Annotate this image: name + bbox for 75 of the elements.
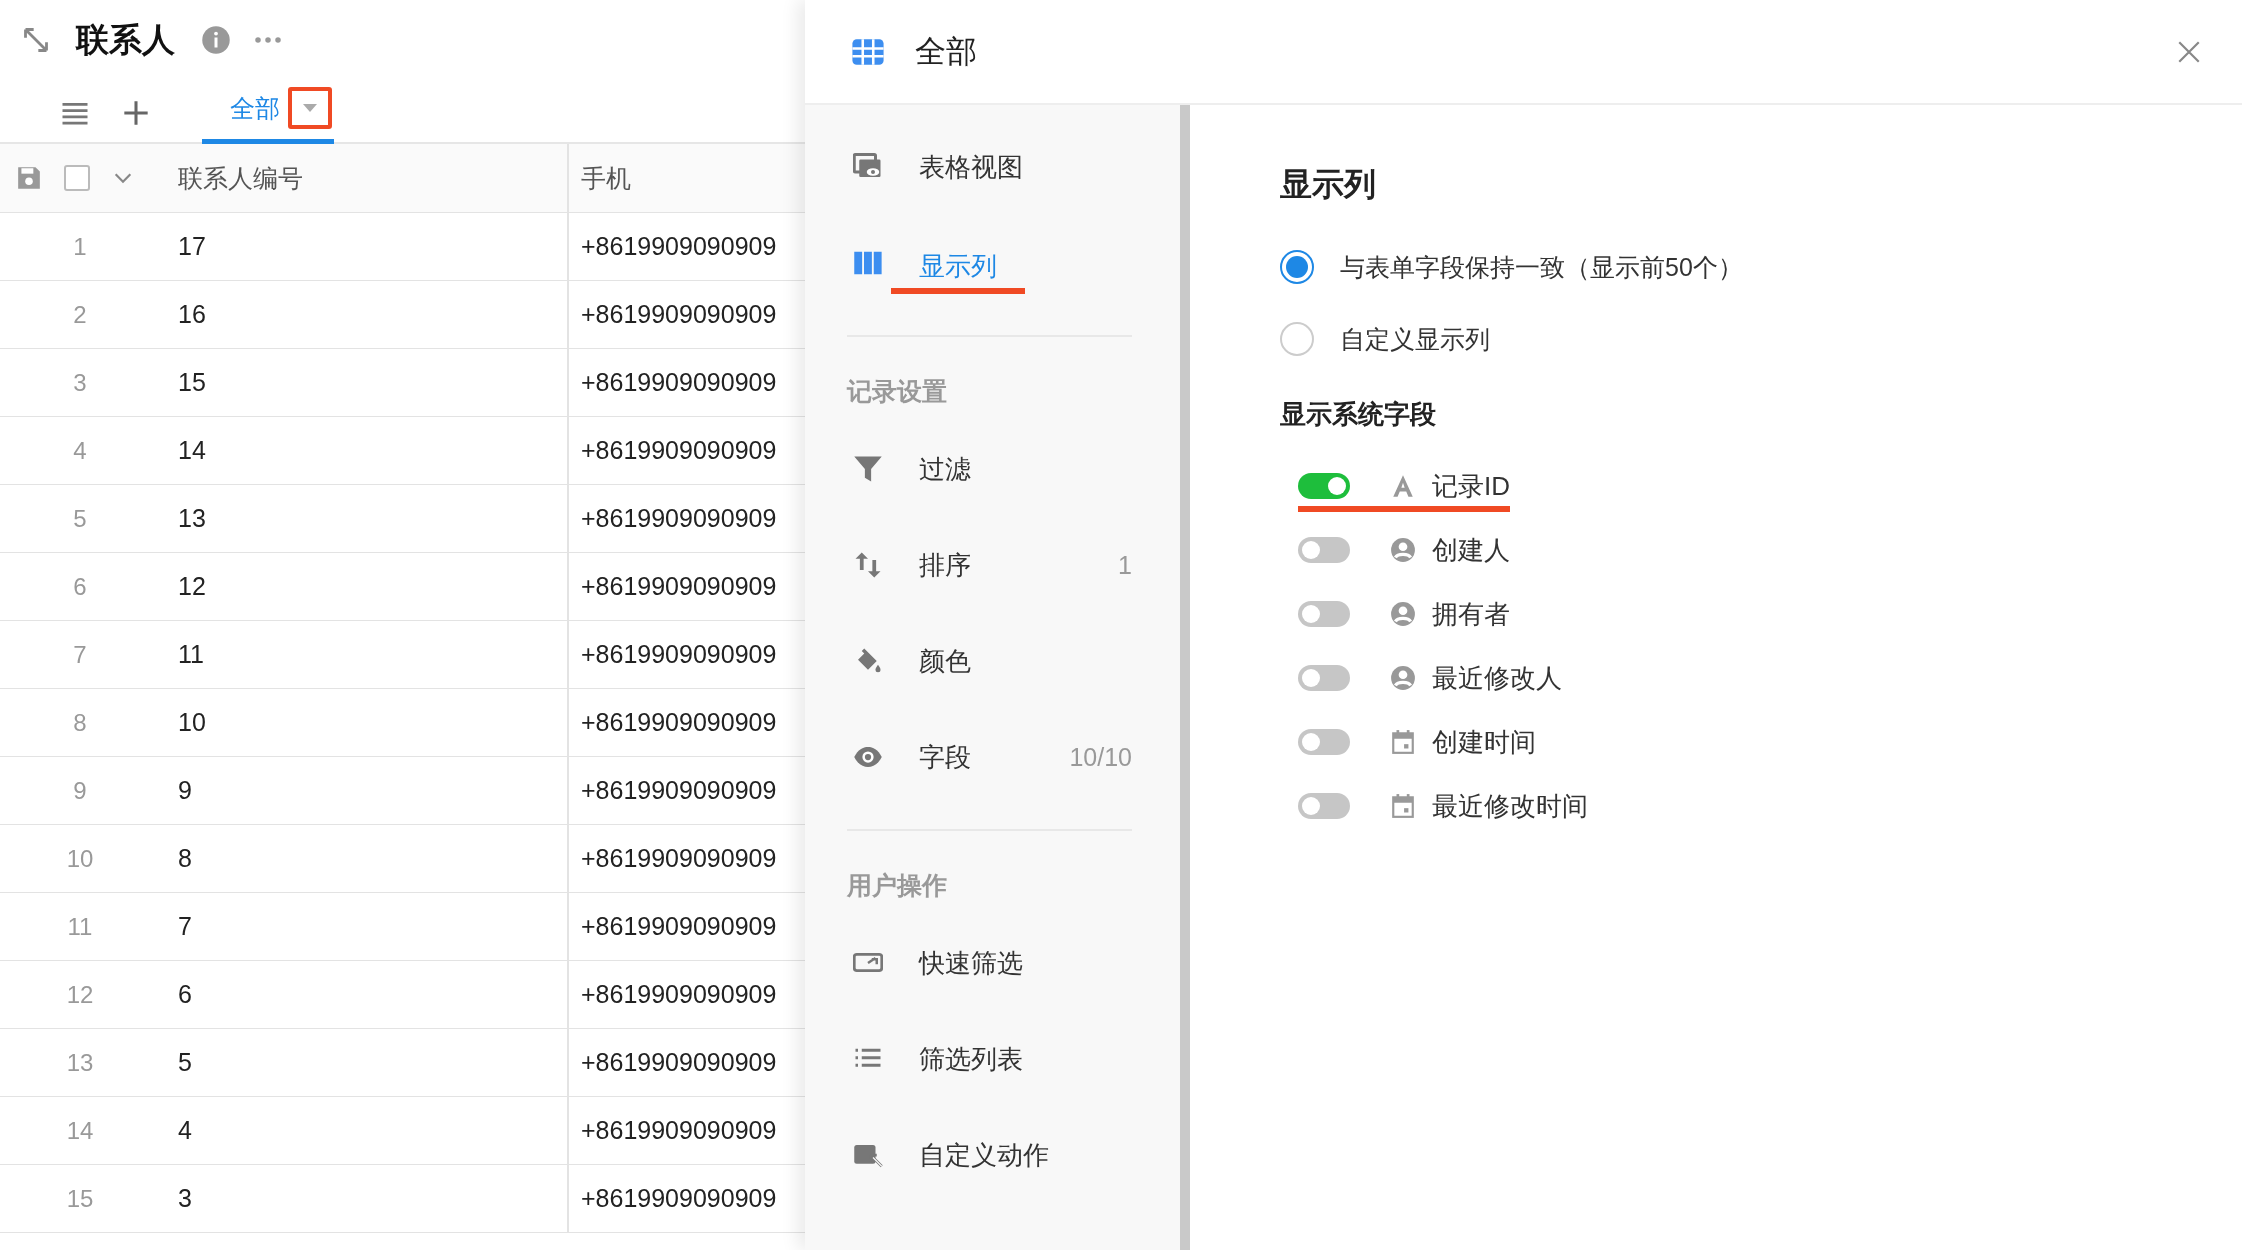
field-label: 拥有者: [1432, 597, 1510, 631]
table-cell-text: 13: [177, 503, 207, 534]
table-cell-text: 4: [177, 1115, 193, 1146]
field-label: 创建时间: [1432, 725, 1536, 759]
user-icon: [1390, 537, 1416, 563]
row-number: 2: [72, 299, 88, 330]
row-number: 12: [65, 979, 95, 1010]
calendar-icon: [1390, 793, 1416, 819]
section-label: 记录设置: [847, 375, 948, 407]
letter-a-icon: [1390, 473, 1416, 499]
nav-item[interactable]: 自定义动作: [847, 1107, 1180, 1203]
table-cell-text: 15: [177, 367, 207, 398]
table-cell-text: 14: [177, 435, 207, 466]
filter-icon: [853, 454, 883, 484]
table-cell-text: 12: [177, 571, 207, 602]
radio-button[interactable]: [1280, 322, 1314, 356]
field-label: 最近修改时间: [1432, 789, 1588, 823]
nav-item[interactable]: 颜色: [847, 613, 1180, 709]
nav-item[interactable]: 筛选列表: [847, 1011, 1180, 1107]
table-cell-text: 16: [177, 299, 207, 330]
table-cell-text: 11: [177, 639, 205, 670]
row-number: 15: [65, 1183, 95, 1214]
table-cell-text: 3: [177, 1183, 193, 1214]
option-label: 与表单字段保持一致（显示前50个）: [1340, 251, 1743, 283]
table-cell-text: 10: [177, 707, 207, 738]
drawer-title: 全部: [915, 32, 978, 71]
nav-item[interactable]: 排序 1: [847, 517, 1180, 613]
toggle-switch[interactable]: [1298, 473, 1350, 499]
table-cell-text: 17: [177, 231, 207, 262]
page-title: 联系人: [76, 19, 175, 60]
table-cell-text: 6: [177, 979, 193, 1010]
row-number: 8: [72, 707, 88, 738]
row-number: 14: [65, 1115, 95, 1146]
user-icon: [1390, 665, 1416, 691]
expand-icon[interactable]: [22, 26, 50, 54]
toggle-switch[interactable]: [1298, 793, 1350, 819]
field-label: 创建人: [1432, 533, 1510, 567]
add-icon[interactable]: [122, 99, 150, 127]
user-icon: [1390, 601, 1416, 627]
nav-item[interactable]: 表格视图: [847, 119, 1180, 215]
table-cell-text: 8: [177, 843, 193, 874]
row-number: 9: [72, 775, 88, 806]
row-number: 3: [72, 367, 88, 398]
field-label: 最近修改人: [1432, 661, 1562, 695]
radio-button[interactable]: [1280, 250, 1314, 284]
toggle-switch[interactable]: [1298, 537, 1350, 563]
calendar-icon: [1390, 729, 1416, 755]
row-number: 5: [72, 503, 88, 534]
row-number: 7: [72, 639, 88, 670]
row-number: 10: [65, 843, 95, 874]
toggle-switch[interactable]: [1298, 601, 1350, 627]
field-label: 记录ID: [1432, 469, 1510, 503]
option-label: 自定义显示列: [1340, 323, 1490, 355]
nav-item[interactable]: 过滤: [847, 421, 1180, 517]
table-cell-text: 9: [177, 775, 193, 806]
section-heading: 显示系统字段: [1280, 398, 1437, 431]
table-cell-text: 7: [177, 911, 193, 942]
section-heading: 显示列: [1280, 165, 1377, 204]
section-label: 用户操作: [847, 869, 948, 901]
row-number: 1: [72, 231, 88, 262]
nav-item[interactable]: 快速筛选: [847, 915, 1180, 1011]
toggle-switch[interactable]: [1298, 665, 1350, 691]
table-cell-text: 5: [177, 1047, 193, 1078]
nav-item[interactable]: 字段 10/10: [847, 709, 1180, 805]
toggle-switch[interactable]: [1298, 729, 1350, 755]
row-number: 4: [72, 435, 88, 466]
row-number: 11: [66, 911, 94, 942]
row-number: 6: [72, 571, 88, 602]
save-icon[interactable]: [16, 165, 42, 191]
row-number: 13: [65, 1047, 95, 1078]
highlighted-dropdown[interactable]: [288, 87, 332, 129]
column-header: 联系人编号: [177, 162, 304, 194]
sort-icon: [853, 550, 883, 580]
select-all-checkbox[interactable]: [64, 165, 90, 191]
info-icon[interactable]: [201, 25, 231, 55]
